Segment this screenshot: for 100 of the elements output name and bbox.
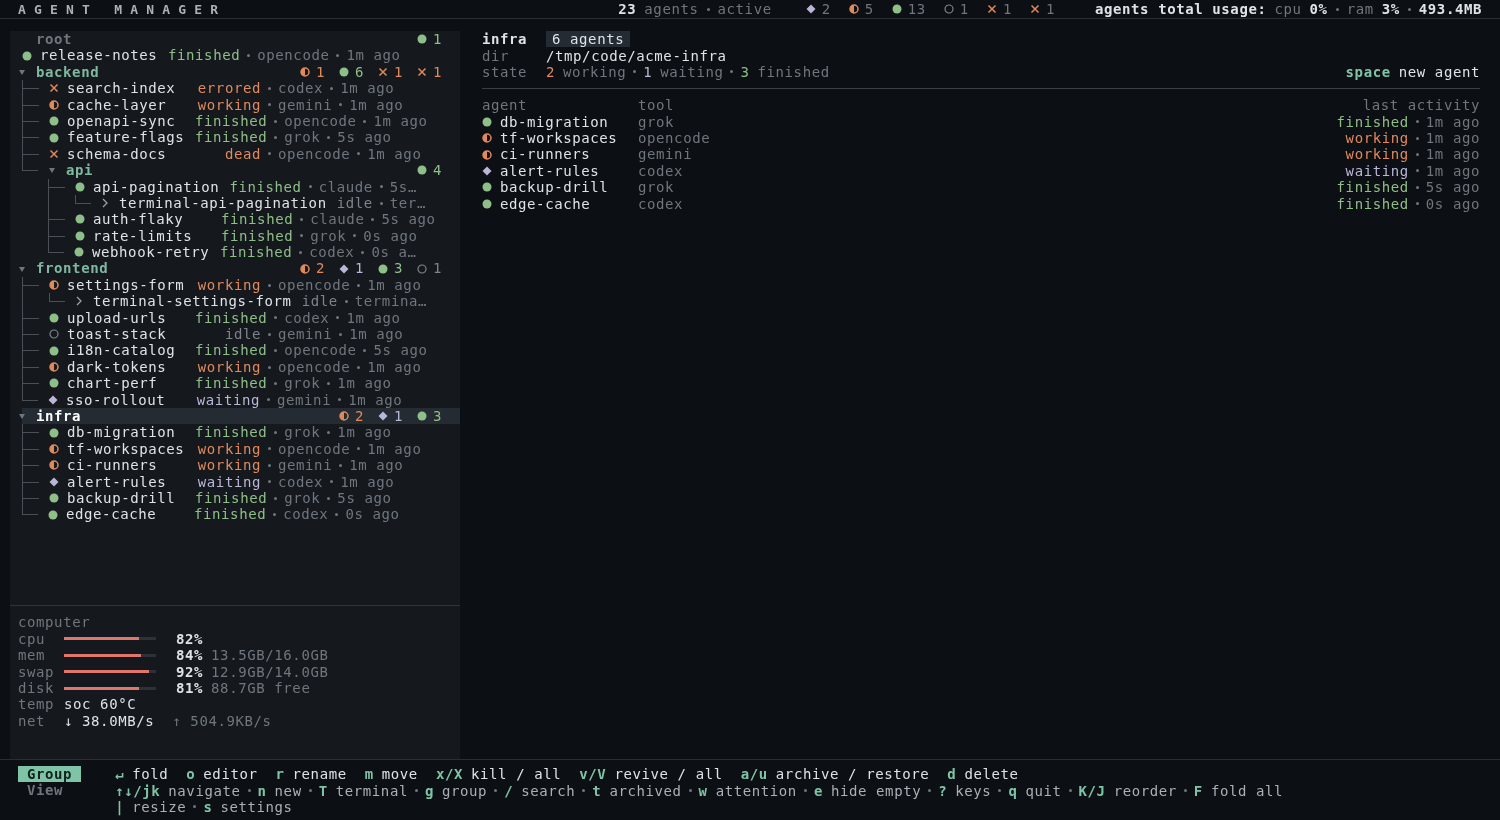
tool-text: codex xyxy=(278,80,324,97)
time-text: 1m ago xyxy=(349,96,404,113)
tree-row[interactable]: backup-drill finished grok 5s ago xyxy=(22,489,460,507)
agent-label: agents xyxy=(644,1,699,17)
count-text: 2 xyxy=(315,260,325,277)
time-text: 1m ago xyxy=(346,47,401,64)
dot-icon xyxy=(482,198,492,209)
ring-icon xyxy=(49,329,59,340)
time-text: 5s… xyxy=(389,178,417,195)
tree-row[interactable]: schema-docs dead opencode 1m ago xyxy=(22,145,460,163)
meter-percent: 82% xyxy=(176,630,204,647)
tree-row[interactable]: dark-tokens working opencode 1m ago xyxy=(22,358,460,376)
status-text: working xyxy=(1345,129,1409,147)
tree-row[interactable]: frontend 2 1 3 1 xyxy=(22,260,460,277)
tree-row[interactable]: search-index errored codex 1m ago xyxy=(22,80,460,97)
half-circle-icon xyxy=(299,67,310,77)
meter-label: temp xyxy=(18,696,56,713)
dot-icon xyxy=(377,263,388,274)
agent-name: auth-flaky xyxy=(93,211,185,228)
tree-row[interactable]: release-notes finished opencode 1m ago xyxy=(22,47,460,64)
tree-row[interactable]: sso-rollout waiting gemini 1m ago xyxy=(22,391,460,408)
agent-name: dark-tokens xyxy=(67,358,168,376)
tree-row[interactable]: infra 2 1 3 xyxy=(22,408,460,425)
shortcut-key: n xyxy=(257,782,267,799)
caret-icon[interactable] xyxy=(18,264,26,273)
tool-text: codex xyxy=(283,506,329,523)
column-header: tool xyxy=(638,97,676,114)
state-name: finished xyxy=(757,63,830,80)
agent-name: search-index xyxy=(67,80,177,97)
tree-row[interactable]: rate-limits finished grok 0s ago xyxy=(22,227,460,245)
tool-text: gemini xyxy=(278,457,333,474)
caret-icon[interactable] xyxy=(18,412,26,421)
tree-row[interactable]: cache-layer working gemini 1m ago xyxy=(22,96,460,113)
tree-row[interactable]: i18n-catalog finished opencode 5s ago xyxy=(22,342,460,359)
count-text: 1 xyxy=(1045,1,1055,17)
tree-row[interactable]: api 4 xyxy=(22,162,460,179)
status-text: finished xyxy=(220,244,293,261)
group-name: backend xyxy=(36,63,101,81)
agent-name: db-migration xyxy=(500,113,609,130)
agent-name: release-notes xyxy=(40,47,159,64)
status-text: idle xyxy=(223,326,261,343)
dot-icon xyxy=(49,312,59,323)
tree-row[interactable]: ci-runners working gemini 1m ago xyxy=(22,457,460,474)
meter-percent: 81% xyxy=(176,680,204,696)
tree-row[interactable]: auth-flaky finished claude 5s ago xyxy=(22,211,460,228)
tree-row[interactable]: backend 1 6 1 1 xyxy=(22,63,460,81)
tree-row[interactable]: openapi-sync finished opencode 1m ago xyxy=(22,112,460,130)
tree-row[interactable]: toast-stack idle gemini 1m ago xyxy=(22,326,460,343)
dot-icon xyxy=(416,165,427,176)
tool-text: codex xyxy=(278,473,324,490)
tree-row[interactable]: api-pagination finished claude 5s… xyxy=(22,178,460,195)
count-text: 5 xyxy=(864,1,874,17)
column-header: agent xyxy=(482,97,529,114)
tree-row[interactable]: edge-cache finished codex 0s ago xyxy=(22,506,460,523)
agent-name: upload-urls xyxy=(67,309,168,327)
status-text: finished xyxy=(195,129,268,146)
dot-icon xyxy=(416,411,427,422)
status-text: finished xyxy=(1336,195,1409,212)
time-text: 1m ago xyxy=(1425,146,1480,163)
tree-row[interactable]: webhook-retry finished codex 0s a… xyxy=(22,244,460,261)
diamond-icon xyxy=(805,4,816,14)
time-text: 1m ago xyxy=(349,457,404,474)
time-text: 1m ago xyxy=(346,309,401,327)
chevron-icon xyxy=(101,198,109,209)
dot-icon xyxy=(75,230,85,241)
dot-icon xyxy=(49,132,59,143)
tree-row[interactable]: chart-perf finished grok 1m ago xyxy=(22,375,460,392)
meter-percent: 84% xyxy=(176,647,204,664)
meter-percent: 92% xyxy=(176,663,204,680)
dot-icon xyxy=(22,50,32,61)
shortcut-label: quit xyxy=(1025,782,1062,799)
tree-row[interactable]: upload-urls finished codex 1m ago xyxy=(22,309,460,327)
time-text: 5s ago xyxy=(373,342,428,359)
tool-text: opencode xyxy=(638,129,712,147)
tree-row[interactable]: root 1 xyxy=(22,31,460,48)
count-text: 3 xyxy=(432,408,442,425)
tree-row[interactable]: db-migration finished grok 1m ago xyxy=(22,424,460,441)
caret-icon[interactable] xyxy=(48,166,56,175)
mode-tab[interactable]: Group xyxy=(18,766,82,782)
tool-text: gemini xyxy=(277,391,332,408)
tree-row[interactable]: tf-workspaces working opencode 1m ago xyxy=(22,440,460,458)
time-text: 0s a… xyxy=(371,244,417,261)
half-circle-icon xyxy=(299,263,310,274)
count-text: 1 xyxy=(959,1,969,17)
tree-row[interactable]: feature-flags finished grok 5s ago xyxy=(22,129,460,146)
tree-row[interactable]: terminal-api-pagination idle ter… xyxy=(22,194,460,212)
app-title: AGENT MANAGER xyxy=(18,1,227,17)
shortcut-label: attention xyxy=(715,782,797,799)
mode-tab[interactable]: View xyxy=(18,782,82,798)
caret-icon[interactable] xyxy=(18,67,26,76)
status-text: finished xyxy=(221,211,294,228)
shortcut-label: archived xyxy=(609,782,682,799)
tree-row[interactable]: terminal-settings-form idle termina… xyxy=(22,293,460,310)
tool-text: grok xyxy=(638,179,676,196)
tool-text: grok xyxy=(284,129,321,146)
tool-text: gemini xyxy=(638,146,694,163)
shortcut-key: ? xyxy=(938,782,948,799)
tool-text: opencode xyxy=(284,112,357,130)
tree-row[interactable]: alert-rules waiting codex 1m ago xyxy=(22,473,460,490)
tree-row[interactable]: settings-form working opencode 1m ago xyxy=(22,276,460,294)
